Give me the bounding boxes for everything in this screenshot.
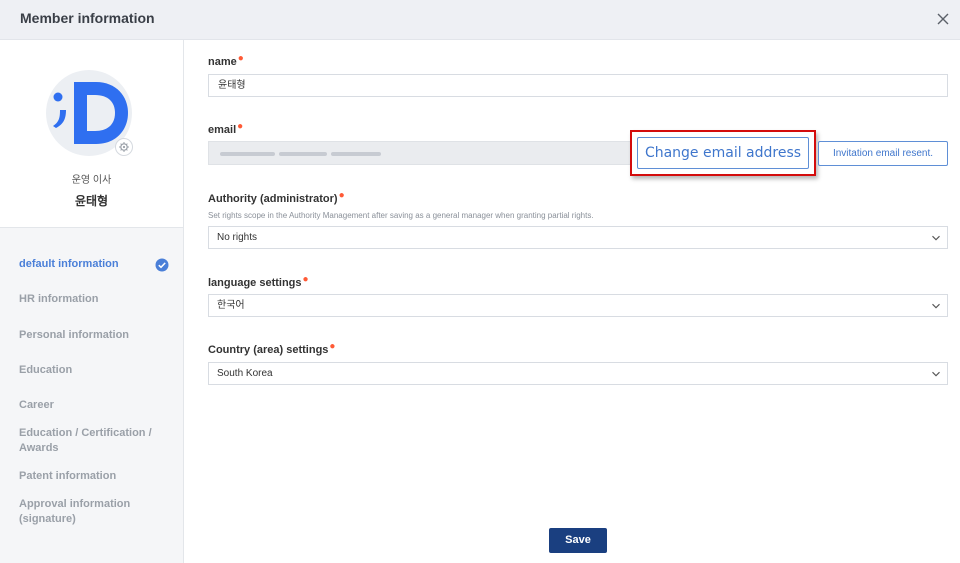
sidebar-item-patent-information[interactable]: Patent information	[19, 469, 174, 484]
profile-role: 운영 이사	[71, 175, 112, 186]
blurred-text	[279, 152, 327, 156]
sidebar-item-approval-information[interactable]: Approval information (signature)	[19, 497, 174, 527]
avatar-settings-button[interactable]	[115, 138, 133, 156]
country-value: South Korea	[217, 368, 273, 379]
required-marker: ●	[329, 341, 336, 352]
blurred-text	[220, 152, 275, 156]
sidebar-item-default-information[interactable]: default information	[19, 257, 174, 272]
sidebar: 운영 이사 윤태형 default information HR informa…	[0, 40, 184, 563]
name-label: name●	[208, 53, 244, 68]
sidebar-item-education[interactable]: Education	[19, 363, 174, 378]
profile-card: 운영 이사 윤태형	[0, 40, 183, 228]
sidebar-item-hr-information[interactable]: HR information	[19, 292, 174, 307]
language-label: language settings●	[208, 274, 309, 289]
close-icon[interactable]	[932, 8, 954, 30]
required-marker: ●	[237, 121, 244, 132]
avatar[interactable]	[46, 70, 133, 156]
gear-icon	[119, 142, 129, 152]
email-label: email●	[208, 121, 244, 136]
country-label: Country (area) settings●	[208, 341, 336, 356]
blurred-text	[331, 152, 381, 156]
profile-name: 윤태형	[74, 194, 109, 208]
chevron-down-icon	[932, 371, 940, 377]
required-marker: ●	[237, 53, 244, 64]
authority-value: No rights	[217, 232, 258, 243]
language-select[interactable]: 한국어	[208, 294, 948, 317]
change-email-button[interactable]: Change email address	[637, 137, 809, 169]
name-input[interactable]: 윤태형	[208, 74, 948, 97]
sidebar-item-personal-information[interactable]: Personal information	[19, 328, 174, 343]
check-circle-icon	[155, 258, 169, 272]
modal-title: Member information	[20, 10, 155, 26]
chevron-down-icon	[932, 235, 940, 241]
country-select[interactable]: South Korea	[208, 362, 948, 385]
modal-header: Member information	[0, 0, 960, 40]
save-button[interactable]: Save	[549, 528, 607, 553]
authority-select[interactable]: No rights	[208, 226, 948, 249]
resend-invitation-button[interactable]: Invitation email resent.	[818, 141, 948, 166]
required-marker: ●	[338, 190, 345, 201]
sidebar-item-certification-awards[interactable]: Education / Certification / Awards	[19, 426, 174, 456]
chevron-down-icon	[932, 303, 940, 309]
email-input	[208, 141, 631, 165]
authority-hint: Set rights scope in the Authority Manage…	[208, 211, 594, 220]
required-marker: ●	[302, 274, 309, 285]
authority-label: Authority (administrator)●	[208, 190, 345, 205]
language-value: 한국어	[217, 300, 245, 311]
sidebar-item-career[interactable]: Career	[19, 398, 174, 413]
